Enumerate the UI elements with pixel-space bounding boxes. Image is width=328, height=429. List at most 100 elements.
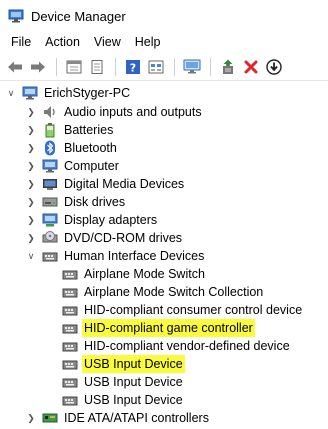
expand-icon[interactable]: ❯ xyxy=(26,103,36,121)
hid-device-item[interactable]: USB Input Device xyxy=(62,373,185,391)
tree-category[interactable]: ❯ IDE ATA/ATAPI controllers xyxy=(26,409,211,427)
toolbar-separator xyxy=(56,57,57,76)
device-label: USB Input Device xyxy=(84,393,183,407)
device-label: HID-compliant consumer control device xyxy=(84,303,303,317)
ide-controller-icon xyxy=(42,413,58,423)
tree-category[interactable]: ❯ Computer xyxy=(26,157,121,175)
speaker-icon xyxy=(44,106,55,118)
tree-category[interactable]: ❯ Batteries xyxy=(26,121,115,139)
help-button[interactable]: ? xyxy=(122,56,144,78)
disk-drive-icon xyxy=(42,197,58,207)
hid-device-icon xyxy=(62,306,78,316)
back-button[interactable] xyxy=(4,56,26,78)
tree-category[interactable]: ❯ Digital Media Devices xyxy=(26,175,186,193)
window-title: Device Manager xyxy=(31,8,126,24)
toolbar-separator xyxy=(174,57,175,76)
toolbar: ? xyxy=(0,53,328,81)
svg-text:?: ? xyxy=(130,61,136,74)
battery-icon xyxy=(45,123,55,138)
disable-device-button[interactable] xyxy=(263,56,285,78)
properties-window-button[interactable] xyxy=(63,56,85,78)
tree-root[interactable]: ∨ ErichStyger-PC xyxy=(6,84,132,102)
device-label-highlighted: HID-compliant game controller xyxy=(82,319,255,337)
hid-device-icon xyxy=(62,360,78,370)
hid-device-icon xyxy=(62,270,78,280)
title-bar: Device Manager xyxy=(0,0,328,32)
help-icon: ? xyxy=(126,59,140,74)
toolbar-separator xyxy=(210,57,211,76)
expand-icon[interactable]: ❯ xyxy=(26,157,36,175)
hid-device-item[interactable]: HID-compliant vendor-defined device xyxy=(62,337,292,355)
menu-action[interactable]: Action xyxy=(39,32,86,53)
hid-device-item[interactable]: HID-compliant game controller xyxy=(62,319,255,337)
disable-device-icon xyxy=(266,58,282,75)
expand-icon[interactable]: ❯ xyxy=(26,193,36,211)
tree-category[interactable]: ❯ Audio inputs and outputs xyxy=(26,103,204,121)
forward-button[interactable] xyxy=(27,56,49,78)
hid-device-item[interactable]: Airplane Mode Switch xyxy=(62,265,207,283)
display-adapter-icon xyxy=(42,213,58,227)
category-label: Audio inputs and outputs xyxy=(64,105,202,119)
uninstall-icon xyxy=(244,60,258,73)
collapse-icon[interactable]: ∨ xyxy=(6,84,16,102)
device-label: Airplane Mode Switch xyxy=(84,267,205,281)
tree-category[interactable]: ❯ Bluetooth xyxy=(26,139,119,157)
expand-icon[interactable]: ❯ xyxy=(26,139,36,157)
show-hidden-button[interactable] xyxy=(145,56,167,78)
toolbar-separator xyxy=(115,57,116,76)
hid-device-icon xyxy=(62,342,78,352)
hid-device-item[interactable]: USB Input Device xyxy=(62,355,185,373)
hid-device-icon xyxy=(62,324,78,334)
scan-hardware-button[interactable] xyxy=(181,56,203,78)
tree-category-hid[interactable]: ∨ Human Interface Devices xyxy=(26,247,206,265)
menu-help[interactable]: Help xyxy=(129,32,167,53)
device-label: USB Input Device xyxy=(84,375,183,389)
category-label: Computer xyxy=(64,159,119,173)
dvd-drive-icon xyxy=(42,231,58,243)
category-label: Human Interface Devices xyxy=(64,249,205,263)
scan-hardware-icon xyxy=(183,59,201,73)
expand-icon[interactable]: ❯ xyxy=(26,175,36,193)
device-label: HID-compliant vendor-defined device xyxy=(84,339,290,353)
tree-root-label: ErichStyger-PC xyxy=(44,86,131,100)
category-label: IDE ATA/ATAPI controllers xyxy=(64,411,209,425)
device-label-highlighted: USB Input Device xyxy=(82,355,185,373)
category-label: Display adapters xyxy=(64,213,158,227)
back-icon xyxy=(8,61,22,72)
uninstall-device-button[interactable] xyxy=(240,56,262,78)
forward-icon xyxy=(31,61,45,72)
collapse-icon[interactable]: ∨ xyxy=(26,247,36,265)
tree-category[interactable]: ❯ DVD/CD-ROM drives xyxy=(26,229,184,247)
menu-file[interactable]: File xyxy=(5,32,37,53)
device-manager-app-icon xyxy=(8,9,24,23)
expand-icon[interactable]: ❯ xyxy=(26,229,36,247)
tree-category[interactable]: ❯ Display adapters xyxy=(26,211,159,229)
tree-category[interactable]: ❯ Disk drives xyxy=(26,193,127,211)
expand-icon[interactable]: ❯ xyxy=(26,211,36,229)
computer-icon xyxy=(22,86,38,100)
expand-icon[interactable]: ❯ xyxy=(26,121,36,139)
show-hidden-icon xyxy=(148,60,164,73)
hid-device-item[interactable]: Airplane Mode Switch Collection xyxy=(62,283,265,301)
category-label: Batteries xyxy=(64,123,114,137)
properties-sheet-icon xyxy=(91,59,103,74)
category-label: DVD/CD-ROM drives xyxy=(64,231,183,245)
hid-device-item[interactable]: USB Input Device xyxy=(62,391,185,409)
expand-icon[interactable]: ❯ xyxy=(26,409,36,427)
computer-icon xyxy=(42,159,58,173)
hid-device-icon xyxy=(62,396,78,406)
bluetooth-icon xyxy=(45,140,55,156)
device-tree: ∨ ErichStyger-PC ❯ Audio inputs and outp… xyxy=(0,84,328,429)
hid-device-item[interactable]: HID-compliant consumer control device xyxy=(62,301,304,319)
hid-icon xyxy=(42,252,58,262)
menu-view[interactable]: View xyxy=(88,32,127,53)
category-label: Bluetooth xyxy=(64,141,117,155)
properties-sheet-button[interactable] xyxy=(86,56,108,78)
update-driver-icon xyxy=(223,59,233,74)
device-label: Airplane Mode Switch Collection xyxy=(84,285,264,299)
hid-device-icon xyxy=(62,378,78,388)
category-label: Disk drives xyxy=(64,195,126,209)
properties-window-icon xyxy=(66,60,82,73)
menu-bar: File Action View Help xyxy=(0,32,328,53)
update-driver-button[interactable] xyxy=(217,56,239,78)
